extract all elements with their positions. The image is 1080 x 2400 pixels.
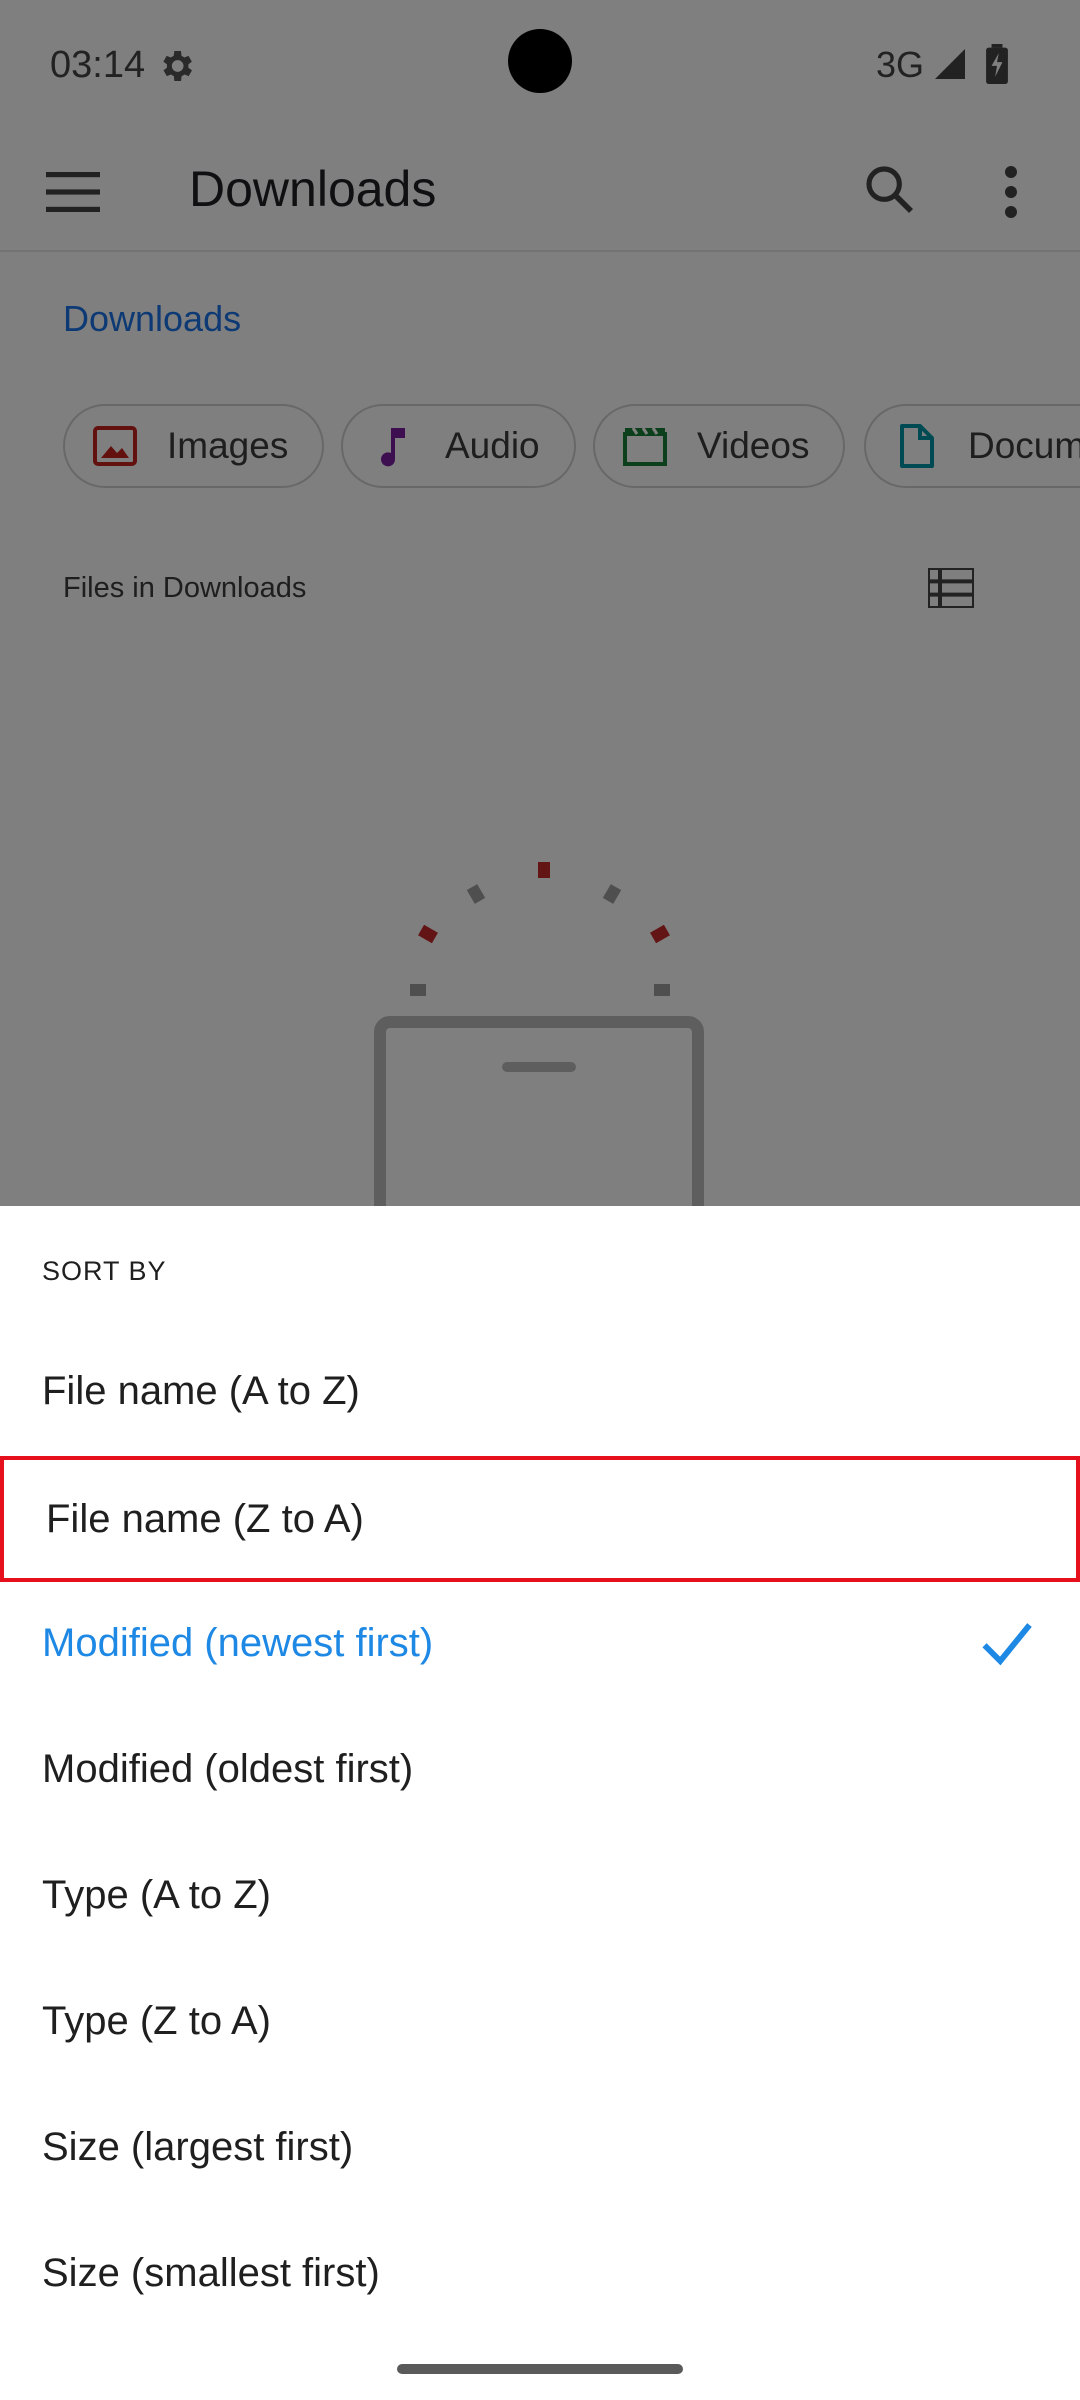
sort-option-name-desc[interactable]: File name (Z to A) <box>0 1456 1080 1582</box>
option-label: File name (A to Z) <box>42 1368 360 1413</box>
option-label: Type (Z to A) <box>42 1998 271 2043</box>
sort-option-size-largest[interactable]: Size (largest first) <box>0 2084 1080 2210</box>
option-label: Type (A to Z) <box>42 1872 271 1917</box>
sort-option-type-asc[interactable]: Type (A to Z) <box>0 1832 1080 1958</box>
option-label: Size (largest first) <box>42 2124 354 2169</box>
sort-option-size-smallest[interactable]: Size (smallest first) <box>0 2210 1080 2336</box>
checkmark-icon <box>982 1623 1032 1666</box>
sort-option-modified-newest[interactable]: Modified (newest first) <box>0 1580 1080 1706</box>
sort-option-type-desc[interactable]: Type (Z to A) <box>0 1958 1080 2084</box>
sort-bottom-sheet: SORT BY File name (A to Z) File name (Z … <box>0 1206 1080 2400</box>
sort-option-modified-oldest[interactable]: Modified (oldest first) <box>0 1706 1080 1832</box>
sheet-title: SORT BY <box>42 1256 167 1286</box>
gesture-home-indicator[interactable] <box>397 2364 683 2374</box>
option-label: Modified (newest first) <box>42 1620 434 1665</box>
option-label: Modified (oldest first) <box>42 1746 414 1791</box>
option-label: File name (Z to A) <box>46 1496 364 1541</box>
sort-option-name-asc[interactable]: File name (A to Z) <box>0 1328 1080 1454</box>
option-label: Size (smallest first) <box>42 2250 380 2295</box>
